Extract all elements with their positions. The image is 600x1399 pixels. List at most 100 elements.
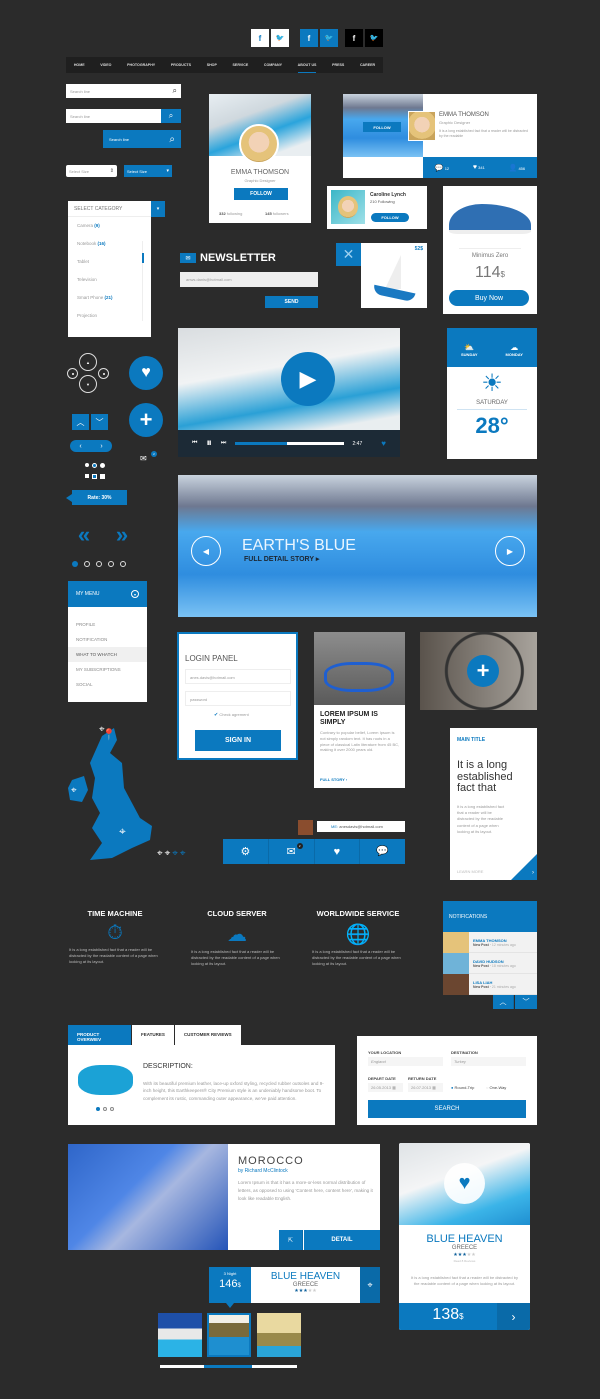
follow-button[interactable]: FOLLOW — [363, 122, 401, 132]
search-flights-button[interactable]: SEARCH — [368, 1100, 526, 1118]
depart-input[interactable]: 26.05.2013 ▦ — [368, 1083, 403, 1092]
page-dot[interactable] — [96, 561, 102, 567]
facebook-button[interactable]: f — [251, 29, 269, 47]
nav-item-home[interactable]: HOME — [74, 58, 85, 72]
chevron-left-icon[interactable]: ‹ — [79, 443, 81, 450]
search-input-2[interactable]: Search line — [66, 109, 161, 123]
tab-product-overwiev[interactable]: PRODUCT OVERWIEV — [68, 1025, 131, 1045]
nav-item-products[interactable]: PRODUCTS — [171, 58, 191, 72]
nav-item-company[interactable]: COMPANY — [264, 58, 282, 72]
menu-item[interactable]: MY SUBSCRIPTIONS — [68, 662, 147, 677]
calendar-icon[interactable]: ▦ — [432, 1085, 436, 1090]
chevron-down-circle-icon[interactable]: ▾ — [131, 590, 139, 598]
notification-item[interactable]: DAVID HUDSON New Post · 18 minutes ago — [443, 952, 537, 974]
map-pin-icon[interactable]: ⌖ — [119, 824, 126, 839]
thumbnail-scrollbar[interactable] — [160, 1365, 297, 1368]
chevron-double-left-icon[interactable]: « — [66, 518, 102, 552]
checkbox[interactable] — [92, 474, 97, 479]
nav-item-video[interactable]: VIDEO — [100, 58, 111, 72]
location-input[interactable]: England — [368, 1057, 443, 1066]
category-item[interactable]: Smart Phone (21) — [77, 295, 142, 313]
likes-stat[interactable]: ♥ 341 — [473, 164, 485, 171]
chevron-right-icon[interactable]: › — [100, 443, 102, 450]
size-select-white[interactable]: Select Size ⇕ — [66, 165, 117, 177]
menu-item[interactable]: SOCIAL — [68, 677, 147, 692]
chat-button[interactable]: 💬 — [360, 839, 405, 864]
radio[interactable] — [85, 463, 89, 467]
carousel-dot-active[interactable] — [96, 1107, 100, 1111]
page-dot-active[interactable] — [72, 561, 78, 567]
page-dot[interactable] — [84, 561, 90, 567]
facebook-button-black[interactable]: f — [345, 29, 363, 47]
add-button[interactable]: + — [467, 655, 499, 687]
like-button[interactable]: ♥ — [129, 356, 163, 390]
thumbnail[interactable] — [158, 1313, 202, 1357]
round-trip-radio[interactable]: ● Round-Trip — [451, 1085, 474, 1090]
favorite-button[interactable]: ♥ — [444, 1163, 485, 1204]
slider-next-button[interactable]: ▶ — [495, 536, 525, 566]
mail-icon[interactable]: ✉ — [140, 454, 147, 463]
nav-item-photography[interactable]: PHOTOGRAPHY — [127, 58, 155, 72]
category-toggle[interactable]: ▾ — [151, 201, 165, 217]
progress-bar[interactable] — [235, 442, 344, 445]
prev-next-pill[interactable]: ‹ › — [70, 440, 112, 452]
twitter-button[interactable]: 🐦 — [271, 29, 289, 47]
search-button[interactable]: ⌕ — [161, 109, 181, 123]
play-button[interactable]: ▶ — [281, 352, 335, 406]
carousel-dot[interactable] — [103, 1107, 107, 1111]
category-item[interactable]: Television — [77, 277, 142, 295]
thumbnail-active[interactable] — [207, 1313, 251, 1357]
messages-button[interactable]: ✉ 2 — [269, 839, 315, 864]
tab-customer-reviews[interactable]: CUSTOMER REVIEWS — [174, 1025, 241, 1045]
notification-item[interactable]: EMMA THOMSON New Post · 12 minutes ago — [443, 931, 537, 953]
category-item[interactable]: Notebook (16) — [77, 241, 142, 259]
heart-icon[interactable]: ♥ — [381, 439, 386, 448]
close-icon[interactable]: ✕ — [336, 243, 361, 266]
scroll-down-button[interactable]: ﹀ — [515, 995, 537, 1009]
sign-in-button[interactable]: SIGN IN — [195, 730, 281, 751]
nav-item-career[interactable]: CAREER — [360, 58, 375, 72]
detail-button[interactable]: DETAIL — [304, 1230, 380, 1250]
share-button[interactable]: ⇱ — [279, 1230, 303, 1250]
category-item[interactable]: Tablet — [77, 259, 142, 277]
search-icon[interactable]: ⌕ — [173, 86, 177, 96]
comments-stat[interactable]: 💬 12 — [435, 164, 449, 172]
nav-item-about-us[interactable]: ABOUT US — [297, 58, 317, 73]
category-item[interactable]: Camera (9) — [77, 223, 142, 241]
dpad-up[interactable]: ▲ — [79, 353, 97, 371]
nav-item-service[interactable]: SERVICE — [233, 58, 249, 72]
tab-features[interactable]: FEATURES — [132, 1025, 174, 1045]
dpad-down[interactable]: ▼ — [79, 375, 97, 393]
page-dot[interactable] — [120, 561, 126, 567]
checkbox[interactable] — [100, 474, 105, 479]
dpad-left[interactable] — [67, 368, 78, 379]
add-button[interactable]: + — [129, 403, 163, 437]
destination-input[interactable]: Turkey — [451, 1057, 526, 1066]
slider-prev-button[interactable]: ◀ — [191, 536, 221, 566]
radio[interactable] — [92, 463, 97, 468]
chevron-right-icon[interactable]: › — [532, 870, 534, 876]
hero-link[interactable]: FULL DETAIL STORY ▸ — [244, 555, 319, 563]
next-button[interactable]: › — [497, 1303, 530, 1330]
location-button[interactable]: ⌖ — [360, 1267, 380, 1303]
users-stat[interactable]: 👤 456 — [509, 164, 526, 172]
send-button[interactable]: SEND — [265, 296, 318, 308]
page-dot[interactable] — [108, 561, 114, 567]
facebook-button-blue[interactable]: f — [300, 29, 318, 47]
nav-item-shop[interactable]: SHOP — [207, 58, 217, 72]
reviews-link[interactable]: Read 8 Reviews — [399, 1259, 530, 1263]
down-button[interactable]: ﹀ — [91, 414, 108, 430]
follow-button[interactable]: FOLLOW — [371, 213, 409, 222]
twitter-button-blue[interactable]: 🐦 — [320, 29, 338, 47]
carousel-dot[interactable] — [110, 1107, 114, 1111]
dpad-right[interactable] — [98, 368, 109, 379]
menu-item[interactable]: PROFILE — [68, 617, 147, 632]
follow-button[interactable]: FOLLOW — [234, 188, 288, 200]
radio[interactable] — [100, 463, 105, 468]
full-story-link[interactable]: FULL STORY › — [320, 777, 347, 782]
thumbnail[interactable] — [257, 1313, 301, 1357]
calendar-icon[interactable]: ▦ — [392, 1085, 396, 1090]
password-field[interactable]: password — [185, 691, 291, 706]
size-select-blue[interactable]: Select Size ▾ — [124, 165, 172, 177]
settings-button[interactable]: ⚙ — [223, 839, 269, 864]
